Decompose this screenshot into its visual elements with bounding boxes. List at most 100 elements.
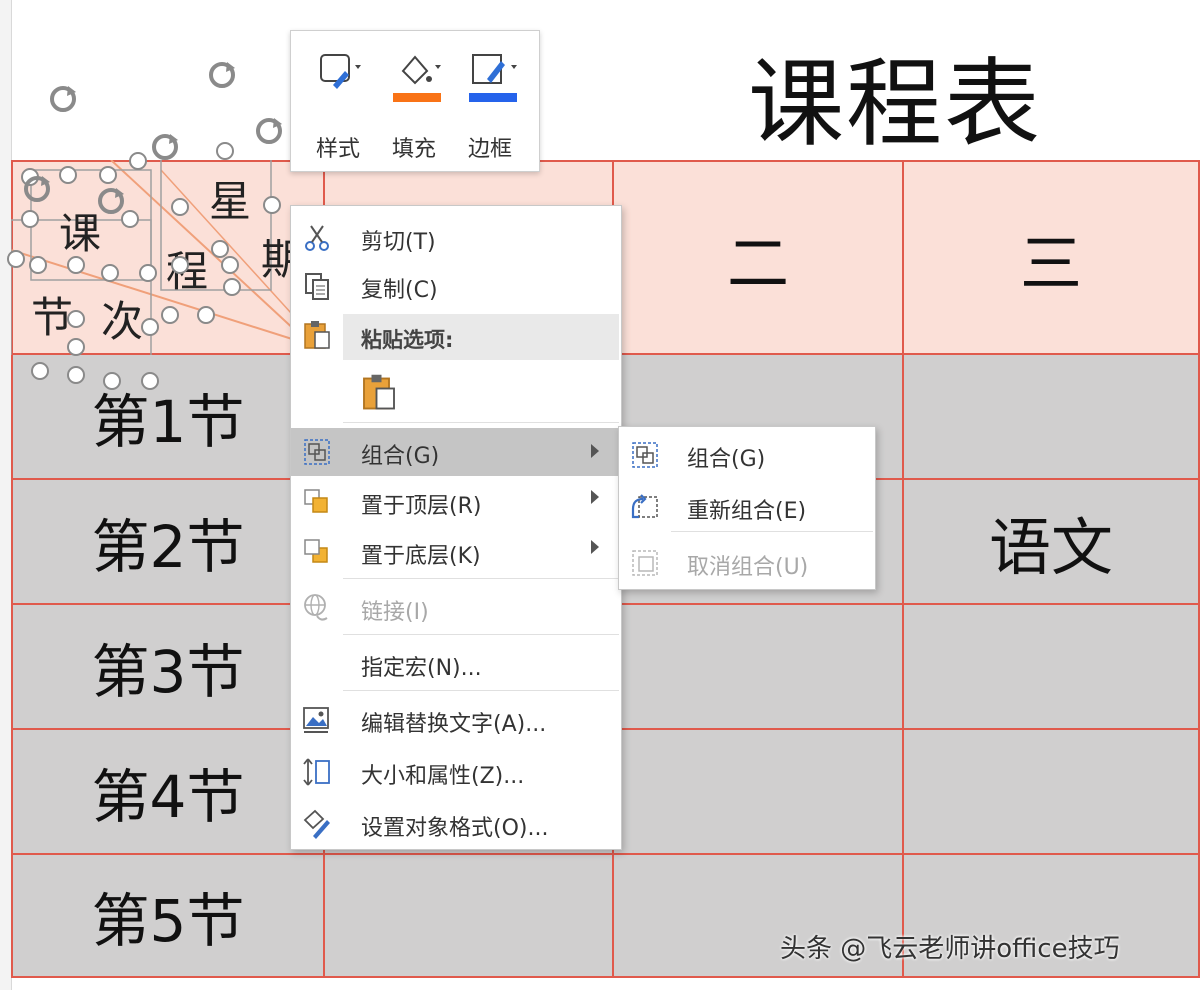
resize-handle[interactable] [221,256,239,274]
menu-item-label: 指定宏(N)... [361,656,482,681]
row-label-3[interactable]: 第3节 [11,603,325,730]
group-submenu: 组合(G) 重新组合(E) 取消组合(U) [618,426,876,590]
submenu-item-ungroup[interactable]: 取消组合(U) [619,541,875,585]
resize-handle[interactable] [59,166,77,184]
border-button[interactable]: 边框 [455,49,525,162]
header-text: 二 [726,226,789,300]
resize-handle[interactable] [99,166,117,184]
bring-to-front-icon [304,489,328,513]
table-cell[interactable] [902,728,1200,855]
row-label-5[interactable]: 第5节 [11,853,325,978]
row-label-text: 第5节 [91,886,245,955]
link-globe-icon [304,594,328,621]
watermark-text: 头条 @飞云老师讲office技巧 [780,934,1120,964]
rotate-handle-icon[interactable] [205,58,239,92]
resize-handle[interactable] [211,240,229,258]
send-to-back-icon [304,539,328,563]
table-cell[interactable] [902,353,1200,480]
menu-item-format-object[interactable]: 设置对象格式(O)... [291,802,621,846]
menu-item-group[interactable]: 组合(G) [291,428,621,476]
copy-icon [305,273,329,300]
submenu-item-group[interactable]: 组合(G) [619,433,875,477]
page-title: 课程表 [748,47,1042,160]
menu-item-send-to-back[interactable]: 置于底层(K) [291,530,621,574]
row-label-2[interactable]: 第2节 [11,478,325,605]
header-cell-tue[interactable]: 二 [612,160,904,355]
menu-item-label: 设置对象格式(O)... [361,816,549,841]
menu-item-link[interactable]: 链接(I) [291,586,621,630]
menu-item-cut[interactable]: 剪切(T) [291,216,621,260]
shape-style-icon [320,54,361,89]
rotate-handle-icon[interactable] [94,184,128,218]
table-cell[interactable] [323,853,614,978]
resize-handle[interactable] [216,142,234,160]
rotate-handle-icon[interactable] [20,172,54,206]
style-button[interactable]: 样式 [303,49,373,162]
table-cell[interactable] [612,728,904,855]
resize-handle[interactable] [141,372,159,390]
resize-handle[interactable] [31,362,49,380]
fill-button[interactable]: 填充 [379,49,449,162]
border-pen-icon [469,54,517,102]
resize-handle[interactable] [171,198,189,216]
table-cell[interactable]: 语文 [902,478,1200,605]
menu-item-assign-macro[interactable]: 指定宏(N)... [291,642,621,686]
resize-handle[interactable] [21,210,39,228]
menu-item-copy[interactable]: 复制(C) [291,264,621,308]
resize-handle[interactable] [171,256,189,274]
style-label: 样式 [315,137,360,162]
table-cell[interactable] [902,603,1200,730]
header-text: 三 [1019,226,1082,300]
submenu-item-regroup[interactable]: 重新组合(E) [619,485,875,529]
menu-separator [343,578,619,579]
paste-keep-format-icon[interactable] [359,371,399,411]
menu-separator [343,634,619,635]
row-label-1[interactable]: 第1节 [11,353,325,480]
paste-icon [304,321,330,349]
menu-item-size-properties[interactable]: 大小和属性(Z)... [291,750,621,794]
menu-item-edit-alt-text[interactable]: 编辑替换文字(A)... [291,698,621,742]
resize-handle[interactable] [103,372,121,390]
menu-item-bring-to-front[interactable]: 置于顶层(R) [291,480,621,524]
resize-handle[interactable] [101,264,119,282]
resize-handle[interactable] [129,152,147,170]
row-label-text: 第2节 [91,512,245,581]
resize-handle[interactable] [67,366,85,384]
rotate-handle-icon[interactable] [46,82,80,116]
menu-item-label: 复制(C) [361,278,438,303]
header-cell-wed[interactable]: 三 [902,160,1200,355]
resize-handle[interactable] [67,310,85,328]
submenu-item-label: 重新组合(E) [687,499,807,524]
submenu-item-label: 组合(G) [687,447,766,472]
menu-item-label: 剪切(T) [361,230,436,255]
resize-handle[interactable] [223,278,241,296]
table-cell[interactable] [612,603,904,730]
group-icon [632,442,658,468]
resize-handle[interactable] [161,306,179,324]
resize-handle[interactable] [7,250,25,268]
scissors-icon [305,225,329,251]
resize-handle[interactable] [29,256,47,274]
format-object-icon [303,809,330,839]
resize-handle[interactable] [67,256,85,274]
fill-label: 填充 [391,137,436,162]
resize-handle[interactable] [67,338,85,356]
menu-item-label: 组合(G) [361,444,440,469]
submenu-arrow-icon [591,444,599,458]
menu-item-label: 大小和属性(Z)... [361,764,525,789]
fill-bucket-icon [393,55,441,102]
row-label-4[interactable]: 第4节 [11,728,325,855]
spreadsheet-canvas[interactable]: 课程表 二 三 第1节 第2节 语文 第3节 第4节 第5节 课 程 星 期 节 [0,0,1200,990]
resize-handle[interactable] [141,318,159,336]
regroup-icon [631,494,658,519]
cell-text: 语文 [988,510,1113,584]
rotate-handle-icon[interactable] [148,130,182,164]
rotate-handle-icon[interactable] [252,114,286,148]
submenu-arrow-icon [591,540,599,554]
resize-handle[interactable] [139,264,157,282]
resize-handle[interactable] [263,196,281,214]
size-properties-icon [303,758,330,786]
diagonal-header-shapes[interactable]: 课 程 星 期 节 次 [7,142,323,390]
resize-handle[interactable] [197,306,215,324]
menu-separator [343,422,619,423]
